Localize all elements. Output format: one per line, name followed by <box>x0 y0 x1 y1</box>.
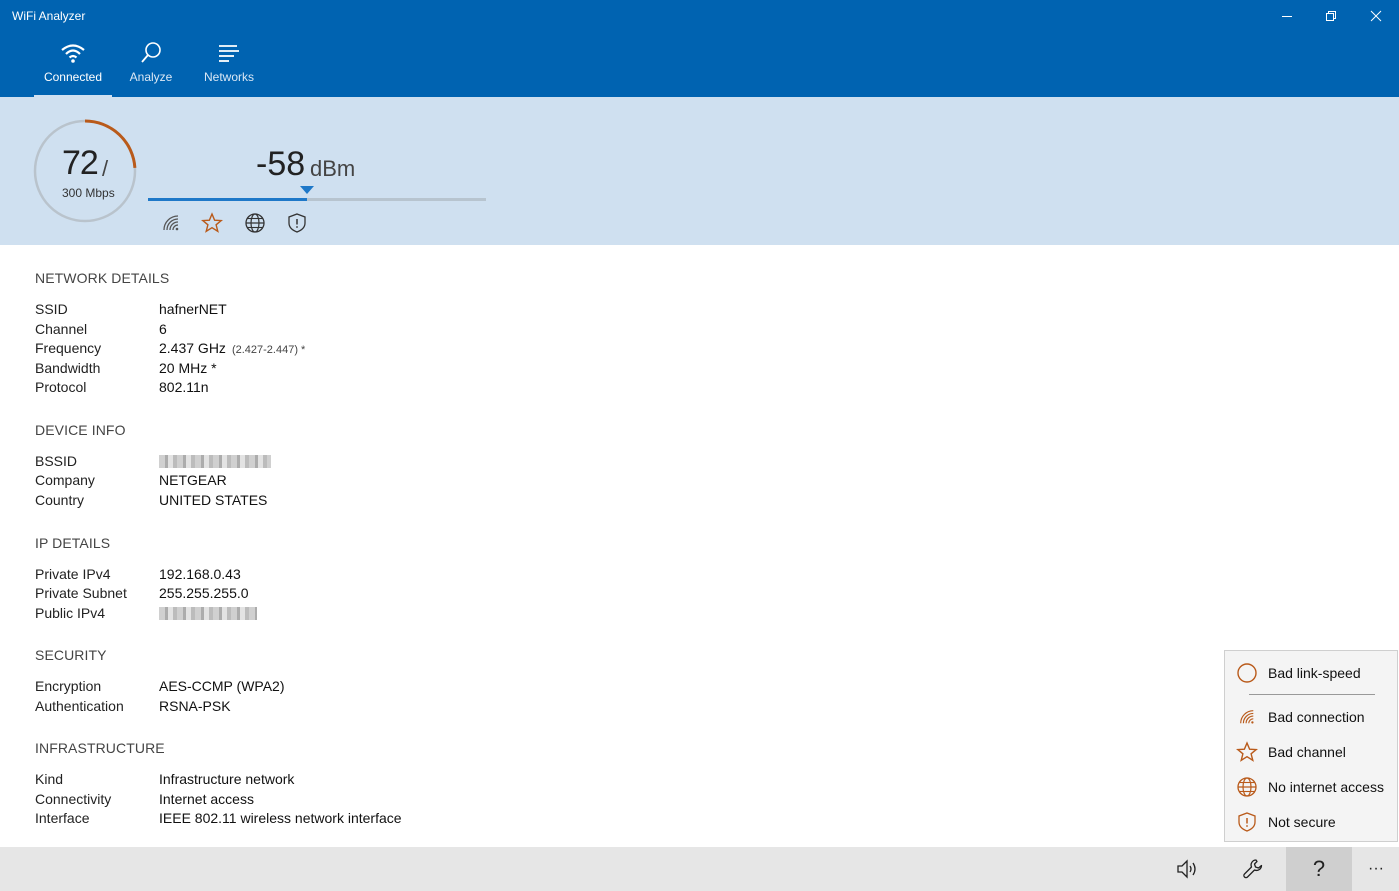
tab-networks[interactable]: Networks <box>190 40 268 97</box>
star-icon <box>201 212 223 234</box>
value-private-ipv4: 192.168.0.43 <box>159 566 241 582</box>
value-bandwidth: 20 MHz * <box>159 360 217 376</box>
value-connectivity: Internet access <box>159 791 254 807</box>
more-icon: ··· <box>1368 860 1384 878</box>
legend-label: No internet access <box>1268 779 1384 795</box>
close-button[interactable] <box>1354 0 1398 32</box>
shield-icon <box>286 212 308 234</box>
title-bar: WiFi Analyzer Connected Analyze <box>0 0 1399 97</box>
value-ssid: hafnerNET <box>159 301 227 317</box>
value-company: NETGEAR <box>159 472 227 488</box>
magnifier-icon <box>139 41 163 65</box>
status-star-icon[interactable] <box>201 212 223 234</box>
restore-button[interactable] <box>1309 0 1353 32</box>
value-private-subnet: 255.255.255.0 <box>159 585 249 601</box>
command-bar: ? ··· <box>0 847 1399 891</box>
speaker-icon <box>1175 858 1199 880</box>
signal-strength-fill <box>148 198 307 201</box>
label-protocol: Protocol <box>35 379 86 395</box>
legend-item-bad-connection: Bad connection <box>1235 706 1365 728</box>
signal-strength-value: -58 <box>256 145 305 184</box>
label-connectivity: Connectivity <box>35 791 111 807</box>
value-channel: 6 <box>159 321 167 337</box>
value-public-ipv4-redacted <box>159 607 257 620</box>
globe-icon <box>244 212 266 234</box>
app-title: WiFi Analyzer <box>12 9 85 23</box>
star-icon <box>1236 741 1258 763</box>
value-kind: Infrastructure network <box>159 771 294 787</box>
legend-label: Not secure <box>1268 814 1336 830</box>
shield-icon <box>1236 811 1258 833</box>
sound-button[interactable] <box>1154 847 1220 891</box>
section-title-ip: IP DETAILS <box>35 535 110 551</box>
value-bssid-redacted <box>159 455 271 468</box>
section-title-infrastructure: INFRASTRUCTURE <box>35 740 165 756</box>
label-kind: Kind <box>35 771 63 787</box>
label-ssid: SSID <box>35 301 68 317</box>
settings-button[interactable] <box>1220 847 1286 891</box>
link-speed-value: 72 <box>62 144 98 183</box>
frequency-main: 2.437 GHz <box>159 340 226 356</box>
signal-icon <box>1238 708 1256 726</box>
signal-strength-bar <box>148 198 486 201</box>
value-country: UNITED STATES <box>159 492 267 508</box>
legend-item-bad-channel: Bad channel <box>1235 741 1346 763</box>
more-button[interactable]: ··· <box>1343 847 1399 891</box>
status-shield-icon[interactable] <box>286 212 308 234</box>
legend-label: Bad link-speed <box>1268 665 1361 681</box>
value-frequency: 2.437 GHz (2.427-2.447) * <box>159 340 305 356</box>
legend-item-bad-link-speed: Bad link-speed <box>1235 662 1361 684</box>
legend-item-no-internet: No internet access <box>1235 776 1384 798</box>
label-company: Company <box>35 472 95 488</box>
label-private-subnet: Private Subnet <box>35 585 127 601</box>
tab-label: Networks <box>204 70 254 84</box>
signal-icon <box>161 213 181 233</box>
label-bssid: BSSID <box>35 453 77 469</box>
close-icon <box>1370 10 1382 22</box>
label-authentication: Authentication <box>35 698 124 714</box>
signal-strength-marker <box>300 186 314 194</box>
frequency-range: (2.427-2.447) * <box>232 344 305 356</box>
value-protocol: 802.11n <box>159 379 209 395</box>
link-speed-max: 300 Mbps <box>62 186 115 200</box>
label-channel: Channel <box>35 321 87 337</box>
tab-label: Connected <box>44 70 102 84</box>
minimize-icon <box>1281 10 1293 22</box>
label-country: Country <box>35 492 84 508</box>
label-public-ipv4: Public IPv4 <box>35 605 105 621</box>
tab-connected[interactable]: Connected <box>34 40 112 97</box>
section-title-network: NETWORK DETAILS <box>35 270 169 286</box>
wrench-icon <box>1242 858 1264 880</box>
restore-icon <box>1325 10 1337 22</box>
label-bandwidth: Bandwidth <box>35 360 100 376</box>
signal-strength-unit: dBm <box>310 156 355 182</box>
section-title-security: SECURITY <box>35 647 107 663</box>
value-encryption: AES-CCMP (WPA2) <box>159 678 285 694</box>
globe-icon <box>1236 776 1258 798</box>
label-encryption: Encryption <box>35 678 101 694</box>
legend-item-not-secure: Not secure <box>1235 811 1336 833</box>
help-icon: ? <box>1313 856 1325 882</box>
section-title-device: DEVICE INFO <box>35 422 126 438</box>
label-interface: Interface <box>35 810 89 826</box>
status-signal-icon[interactable] <box>160 212 182 234</box>
list-icon <box>217 43 241 63</box>
minimize-button[interactable] <box>1265 0 1309 32</box>
status-globe-icon[interactable] <box>244 212 266 234</box>
value-interface: IEEE 802.11 wireless network interface <box>159 810 402 826</box>
legend-label: Bad connection <box>1268 709 1365 725</box>
label-private-ipv4: Private IPv4 <box>35 566 110 582</box>
label-frequency: Frequency <box>35 340 101 356</box>
legend-divider <box>1249 694 1375 695</box>
link-speed-slash: / <box>102 156 108 182</box>
tab-label: Analyze <box>130 70 173 84</box>
wifi-icon <box>60 42 86 64</box>
circle-icon <box>1236 662 1258 684</box>
legend-label: Bad channel <box>1268 744 1346 760</box>
legend-flyout: Bad link-speed Bad connection Bad channe… <box>1224 650 1398 842</box>
value-authentication: RSNA-PSK <box>159 698 231 714</box>
tab-analyze[interactable]: Analyze <box>112 40 190 97</box>
